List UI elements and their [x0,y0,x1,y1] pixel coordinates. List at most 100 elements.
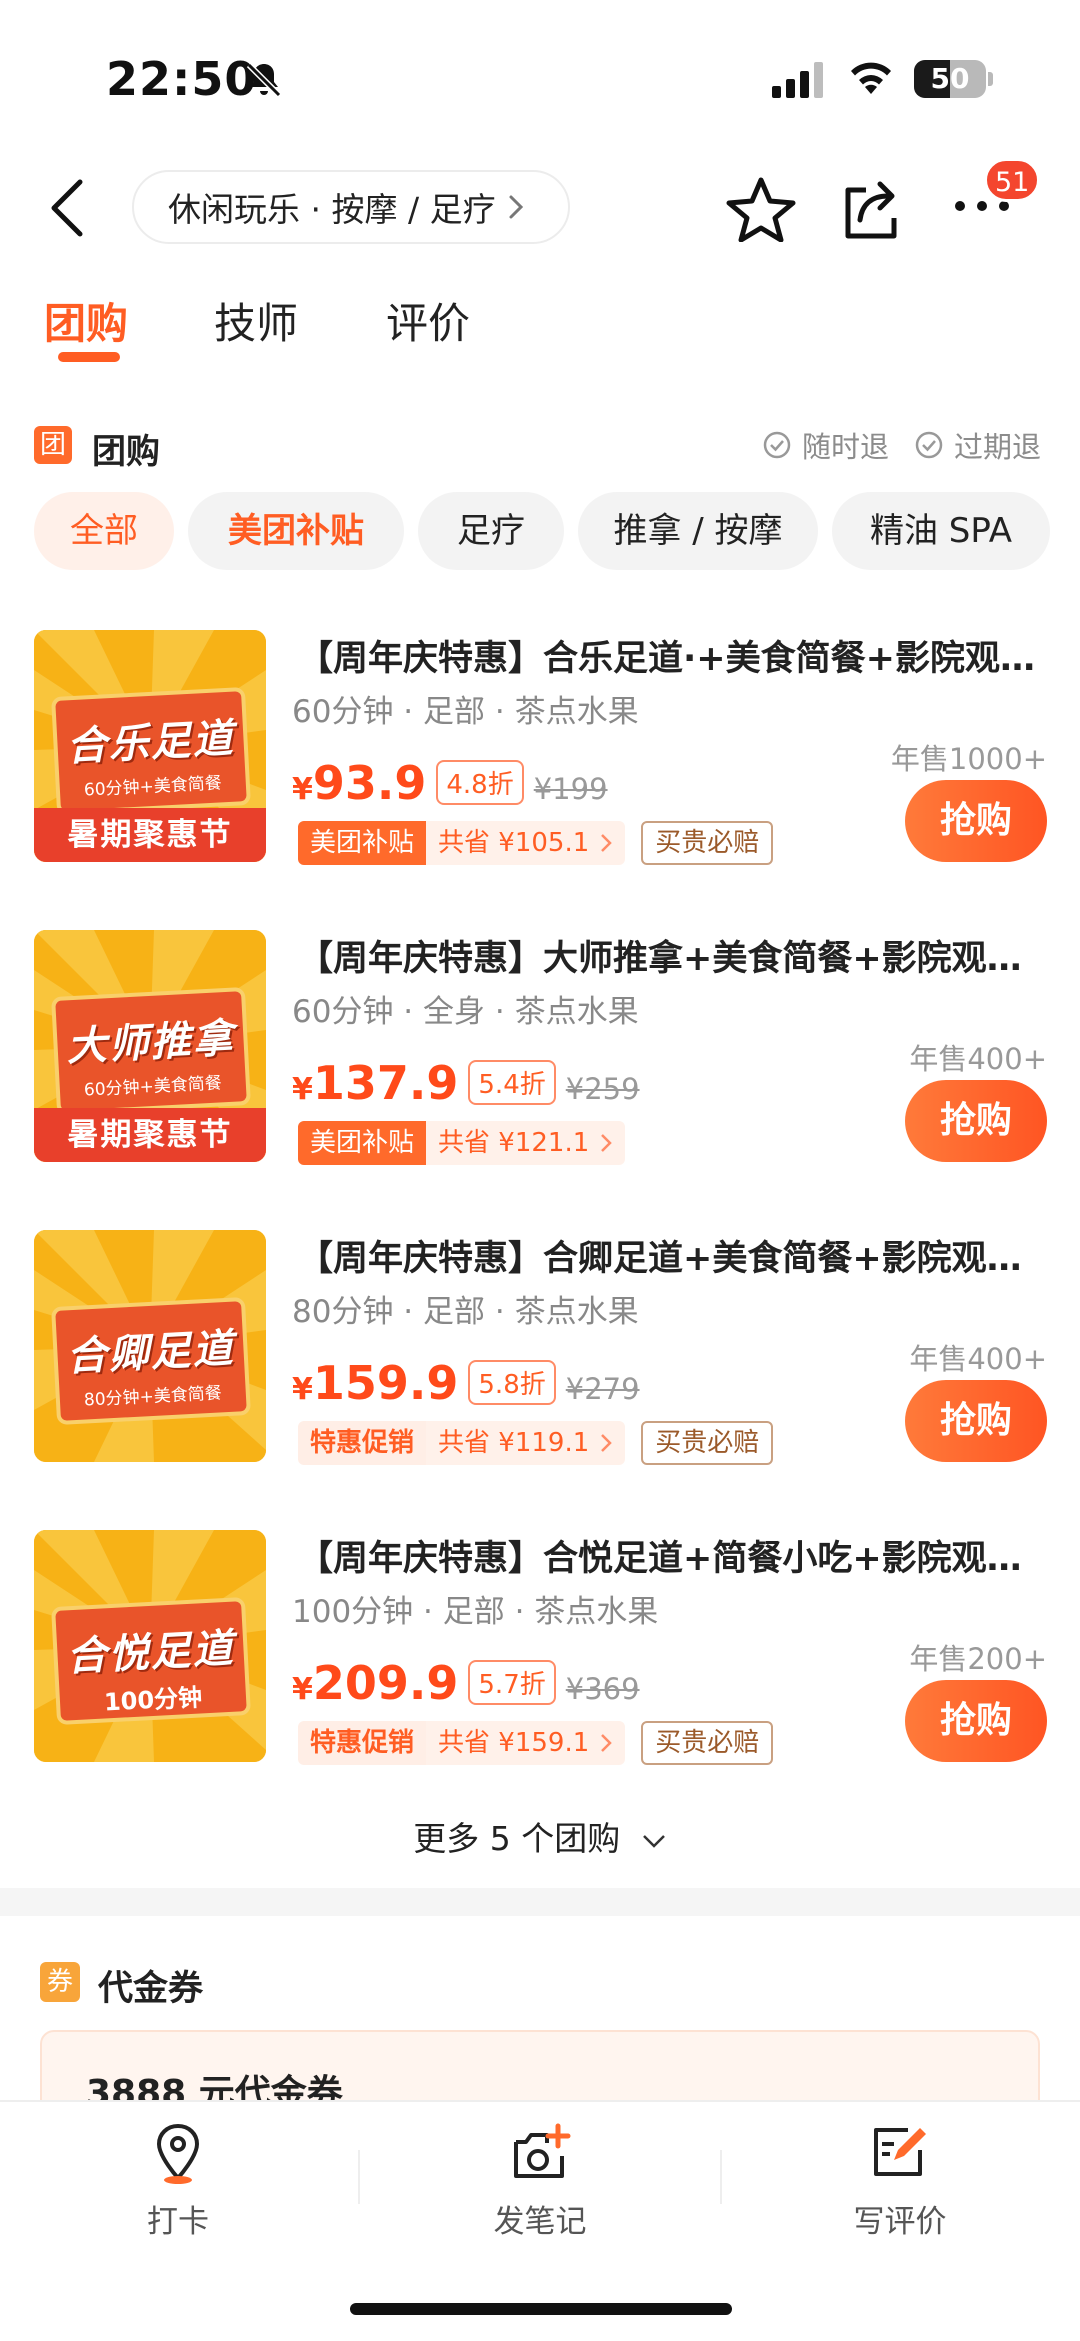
status-bar: 22:50 50 [0,0,1080,150]
bottom-divider [358,2150,360,2204]
original-price: ¥279 [565,1372,640,1406]
original-price: ¥369 [565,1672,640,1706]
thumb-card: 大师推拿 60分钟+美食简餐 [51,987,251,1115]
deal-price: 159.9 [312,1356,459,1410]
chevron-right-icon [601,1134,613,1152]
bell-muted-icon [246,62,282,98]
buy-button[interactable]: 抢购 [905,1080,1047,1162]
post-note-button[interactable]: 发笔记 [440,2120,640,2241]
deal-item[interactable]: 大师推拿 60分钟+美食简餐 暑期聚惠节 【周年庆特惠】大师推拿+美食简餐+影院… [0,930,1080,1190]
chip-foot-therapy[interactable]: 足疗 [418,492,564,570]
battery-level: 50 [930,62,970,95]
bottom-divider [720,2150,722,2204]
promotion-tag: 特惠促销 [298,1721,427,1765]
tab-technicians[interactable]: 技师 [214,290,298,351]
deal-title[interactable]: 【周年庆特惠】合悦足道+简餐小吃+影院观影... [298,1530,1038,1581]
savings-tag[interactable]: 共省 ¥159.1 [426,1721,626,1765]
tab-active-indicator [58,352,120,362]
price-guarantee-tag: 买贵必赔 [641,1421,774,1465]
price-row: ¥ 159.9 5.8折 ¥279 [292,1356,640,1410]
deal-thumbnail: 合卿足道 80分钟+美食简餐 [34,1230,266,1462]
thumb-card: 合卿足道 80分钟+美食简餐 [51,1297,251,1425]
battery-indicator: 50 [914,60,986,98]
deal-title[interactable]: 【周年庆特惠】大师推拿+美食简餐+影院观影... [298,930,1038,981]
chevron-down-icon [642,1834,665,1848]
post-note-label: 发笔记 [493,2204,587,2240]
write-review-button[interactable]: 写评价 [800,2120,1000,2241]
home-indicator [350,2303,732,2315]
chevron-right-icon [601,1734,613,1752]
thumb-title: 合卿足道 [65,1325,236,1381]
check-circle-icon [915,431,943,459]
thumb-title: 合悦足道 [65,1625,236,1681]
price-symbol: ¥ [292,772,313,807]
original-price: ¥259 [565,1072,640,1106]
original-price: ¥199 [533,772,608,806]
check-circle-icon [763,431,791,459]
category-breadcrumb[interactable]: 休闲玩乐 · 按摩 / 足疗 [132,170,570,244]
tab-group-buy[interactable]: 团购 [44,290,128,351]
deal-price: 137.9 [312,1056,459,1110]
savings-tag[interactable]: 共省 ¥119.1 [426,1421,626,1465]
check-in-button[interactable]: 打卡 [78,2120,278,2241]
deal-title[interactable]: 【周年庆特惠】合乐足道·+美食简餐+影院观影... [298,630,1038,681]
camera-plus-icon [514,2123,571,2178]
price-row: ¥ 93.9 4.8折 ¥199 [292,756,608,810]
deal-thumbnail: 合悦足道 100分钟 [34,1530,266,1762]
savings-label: 共省 ¥159.1 [438,1728,590,1758]
thumb-title: 合乐足道 [65,715,236,771]
edit-review-icon [874,2128,926,2176]
savings-tag[interactable]: 共省 ¥105.1 [426,821,626,865]
discount-tag: 5.4折 [468,1059,556,1105]
deal-item[interactable]: 合卿足道 80分钟+美食简餐 【周年庆特惠】合卿足道+美食简餐+影院观影... … [0,1230,1080,1490]
refund-anytime-label: 随时退 [802,430,890,464]
price-symbol: ¥ [292,1672,313,1707]
price-row: ¥ 137.9 5.4折 ¥259 [292,1056,640,1110]
subsidy-tag: 美团补贴 [298,821,427,865]
deal-meta: 60分钟 · 足部 · 茶点水果 [292,694,639,730]
chip-oil-spa[interactable]: 精油 SPA [832,492,1050,570]
thumb-banner: 暑期聚惠节 [34,808,266,862]
more-deals-link[interactable]: 更多 5 个团购 [0,1812,1080,1860]
savings-tag[interactable]: 共省 ¥121.1 [426,1121,626,1165]
chevron-right-icon [509,195,523,219]
buy-button[interactable]: 抢购 [905,1380,1047,1462]
buy-button[interactable]: 抢购 [905,780,1047,862]
deal-meta: 80分钟 · 足部 · 茶点水果 [292,1294,639,1330]
chip-all[interactable]: 全部 [34,492,174,570]
chip-meituan-subsidy[interactable]: 美团补贴 [188,492,404,570]
coupon-badge: 券 [40,1962,80,2002]
deal-thumbnail: 大师推拿 60分钟+美食简餐 暑期聚惠节 [34,930,266,1162]
discount-tag: 5.8折 [468,1359,556,1405]
chevron-right-icon [601,1434,613,1452]
thumb-subtitle: 80分钟+美食简餐 [83,1383,223,1411]
deal-thumbnail: 合乐足道 60分钟+美食简餐 暑期聚惠节 [34,630,266,862]
deal-sales: 年售400+ [909,1042,1047,1076]
signal-icon [772,62,823,98]
price-guarantee-tag: 买贵必赔 [641,1721,774,1765]
share-icon[interactable] [842,176,902,240]
refund-expired-tag: 过期退 [914,424,1041,466]
section-divider [0,1888,1080,1916]
back-arrow-icon[interactable] [44,176,94,240]
favorite-star-icon[interactable] [726,176,796,242]
savings-label: 共省 ¥121.1 [438,1128,590,1158]
chip-massage[interactable]: 推拿 / 按摩 [578,492,818,570]
deal-title[interactable]: 【周年庆特惠】合卿足道+美食简餐+影院观影... [298,1230,1038,1281]
thumb-title: 大师推拿 [65,1015,236,1071]
coupon-section-title: 代金券 [98,1969,204,2009]
tab-reviews[interactable]: 评价 [386,290,470,351]
deal-item[interactable]: 合悦足道 100分钟 【周年庆特惠】合悦足道+简餐小吃+影院观影... 100分… [0,1530,1080,1790]
tab-bar: 团购 技师 评价 [0,290,1080,370]
promo-tags: 特惠促销 共省 ¥159.1 买贵必赔 [298,1720,774,1766]
price-symbol: ¥ [292,1372,313,1407]
thumb-card: 合悦足道 100分钟 [51,1597,251,1725]
deal-item[interactable]: 合乐足道 60分钟+美食简餐 暑期聚惠节 【周年庆特惠】合乐足道·+美食简餐+影… [0,630,1080,890]
deal-price: 93.9 [312,756,427,810]
more-deals-label: 更多 5 个团购 [413,1819,621,1858]
refund-anytime-tag: 随时退 [762,424,889,466]
wifi-icon [851,62,891,94]
discount-tag: 5.7折 [468,1659,556,1705]
buy-button[interactable]: 抢购 [905,1680,1047,1762]
notification-badge: 51 [984,158,1041,202]
